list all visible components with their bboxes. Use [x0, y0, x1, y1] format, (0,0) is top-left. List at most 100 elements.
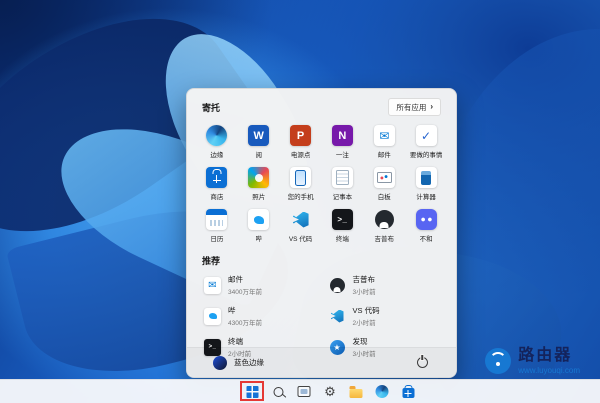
pinned-app-whiteboard[interactable]: 白板	[363, 163, 405, 204]
taskbar-settings-button[interactable]	[321, 382, 340, 401]
recommended-subtitle: 3小时前	[353, 286, 376, 296]
recommended-title: 吉普布	[353, 274, 376, 285]
store-icon	[402, 388, 414, 398]
calculator-icon	[416, 167, 437, 188]
app-label: 您的手机	[288, 191, 314, 201]
recommended-item-vscode[interactable]: VS 代码 2小时前	[324, 302, 445, 330]
vscode-icon	[290, 209, 311, 230]
chevron-right-icon: ›	[430, 103, 433, 111]
twitter-icon	[204, 308, 221, 325]
watermark-url: www.luyouqi.com	[518, 366, 580, 375]
folder-icon	[350, 389, 363, 398]
recommended-title: 邮件	[228, 274, 262, 285]
recommended-title: VS 代码	[353, 305, 380, 316]
taskbar-start-button[interactable]	[243, 382, 262, 401]
phone-icon	[290, 167, 311, 188]
pinned-app-notepad[interactable]: 记事本	[321, 163, 363, 204]
taskbar	[0, 379, 600, 403]
app-label: 计算器	[416, 191, 436, 201]
whiteboard-icon	[374, 167, 395, 188]
word-icon	[248, 125, 269, 146]
pinned-app-your-phone[interactable]: 您的手机	[280, 163, 322, 204]
windows-logo-icon	[246, 386, 258, 398]
store-icon	[206, 167, 227, 188]
avatar	[213, 356, 227, 370]
power-button[interactable]	[414, 355, 430, 371]
user-profile-button[interactable]: 蓝色边缘	[213, 356, 264, 370]
pinned-app-onenote[interactable]: 一注	[321, 121, 363, 162]
pinned-app-vscode[interactable]: VS 代码	[280, 205, 322, 246]
app-label: 终端	[336, 233, 349, 243]
watermark-texts: 路由器 www.luyouqi.com	[518, 347, 580, 375]
notepad-icon	[332, 167, 353, 188]
recommended-title: 终端	[228, 336, 251, 347]
pinned-app-twitter[interactable]: 哔	[238, 205, 280, 246]
pinned-app-github[interactable]: 吉普布	[363, 205, 405, 246]
app-label: VS 代码	[289, 233, 312, 243]
app-label: 一注	[336, 149, 349, 159]
gear-icon	[324, 385, 336, 398]
recommended-subtitle: 4300万年前	[228, 317, 262, 327]
app-label: 白板	[378, 191, 391, 201]
app-label: 电源点	[291, 149, 311, 159]
pinned-app-mail[interactable]: 邮件	[363, 121, 405, 162]
all-apps-button[interactable]: 所有应用 ›	[388, 98, 441, 116]
recommended-title: 发现	[353, 336, 376, 347]
taskbar-explorer-button[interactable]	[347, 382, 366, 401]
github-icon	[374, 209, 395, 230]
pinned-app-store[interactable]: 商店	[196, 163, 238, 204]
recommended-item-twitter[interactable]: 哔 4300万年前	[199, 302, 320, 330]
app-label: 照片	[252, 191, 265, 201]
pinned-app-edge[interactable]: 边缘	[196, 121, 238, 162]
mail-icon	[204, 277, 221, 294]
user-name-label: 蓝色边缘	[234, 357, 264, 368]
pinned-app-grid: 边缘 阅 电源点 一注 邮件 要做的事情 商店 照片	[187, 119, 456, 246]
pinned-app-todo[interactable]: 要做的事情	[405, 121, 447, 162]
pinned-app-terminal[interactable]: 终端	[321, 205, 363, 246]
recommended-subtitle: 3400万年前	[228, 286, 262, 296]
edge-icon	[206, 125, 227, 146]
app-label: 记事本	[333, 191, 353, 201]
router-brand-icon	[485, 348, 511, 374]
mail-icon	[374, 125, 395, 146]
pinned-app-powerpoint[interactable]: 电源点	[280, 121, 322, 162]
taskbar-edge-button[interactable]	[373, 382, 392, 401]
app-label: 日历	[210, 233, 223, 243]
search-icon	[273, 387, 283, 397]
onenote-icon	[332, 125, 353, 146]
pinned-app-word[interactable]: 阅	[238, 121, 280, 162]
recommended-texts: 哔 4300万年前	[228, 305, 262, 327]
taskbar-taskview-button[interactable]	[295, 382, 314, 401]
all-apps-label: 所有应用	[396, 102, 426, 113]
pinned-app-calendar[interactable]: 日历	[196, 205, 238, 246]
recommended-texts: 吉普布 3小时前	[353, 274, 376, 296]
discord-icon	[416, 209, 437, 230]
watermark: 路由器 www.luyouqi.com	[485, 347, 580, 375]
taskbar-store-button[interactable]	[399, 382, 418, 401]
pinned-header-label: 寄托	[202, 101, 220, 114]
recommended-item-github[interactable]: 吉普布 3小时前	[324, 271, 445, 299]
task-view-icon	[298, 386, 311, 397]
pinned-app-photos[interactable]: 照片	[238, 163, 280, 204]
vscode-icon	[329, 308, 346, 325]
recommended-subtitle: 2小时前	[353, 317, 380, 327]
app-label: 不和	[420, 233, 433, 243]
recommended-header-label: 推荐	[187, 246, 456, 271]
powerpoint-icon	[290, 125, 311, 146]
app-label: 阅	[255, 149, 262, 159]
pinned-app-calculator[interactable]: 计算器	[405, 163, 447, 204]
terminal-icon	[332, 209, 353, 230]
pinned-app-discord[interactable]: 不和	[405, 205, 447, 246]
app-label: 要做的事情	[410, 149, 443, 159]
app-label: 吉普布	[374, 233, 394, 243]
start-menu-footer: 蓝色边缘	[187, 347, 456, 377]
taskbar-search-button[interactable]	[269, 382, 288, 401]
app-label: 哔	[255, 233, 262, 243]
power-icon	[417, 357, 428, 368]
start-menu-panel: 寄托 所有应用 › 边缘 阅 电源点 一注 邮件 要做的事情	[186, 88, 457, 378]
watermark-brand: 路由器	[518, 347, 580, 365]
recommended-item-mail[interactable]: 邮件 3400万年前	[199, 271, 320, 299]
recommended-texts: VS 代码 2小时前	[353, 305, 380, 327]
app-label: 商店	[210, 191, 223, 201]
pinned-section-header: 寄托 所有应用 ›	[187, 89, 456, 119]
